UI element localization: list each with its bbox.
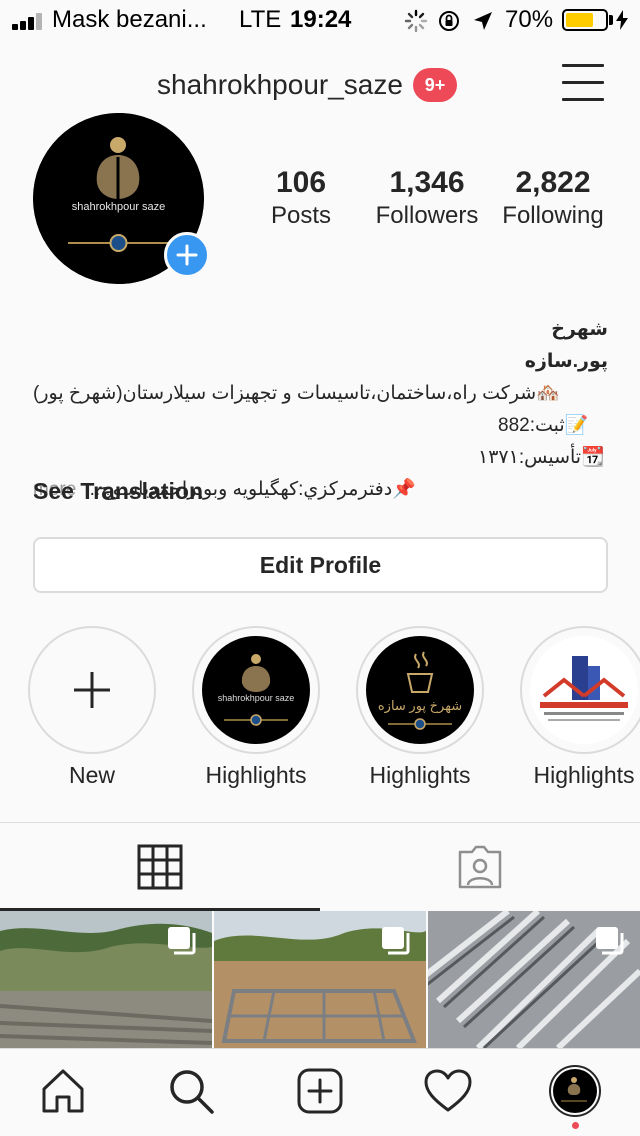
highlight-label: Highlights [205,762,307,788]
followers-label: Followers [375,202,479,229]
status-bar: Mask bezani... LTE 19:24 70% [0,0,640,40]
highlight-ring [28,626,156,754]
highlight-label: Highlights [369,762,471,788]
post-thumbnail[interactable] [428,911,640,1048]
tab-grid[interactable] [0,823,320,911]
multiple-photos-icon [168,927,196,955]
highlight-ring: shahrokhpour saze [192,626,320,754]
highlight-item[interactable]: Highlights [520,626,640,789]
plus-icon [74,672,110,708]
company-logo-icon [388,651,452,730]
edit-profile-button[interactable]: Edit Profile [33,537,608,593]
highlight-item[interactable]: shahrokhpour saze Highlights [192,626,320,789]
nav-new-post[interactable] [294,1065,346,1117]
add-story-button[interactable] [164,232,210,278]
building-logo-icon [530,636,638,744]
following-count: 2,822 [515,166,591,199]
charging-bolt-icon [616,10,628,30]
heart-icon [424,1069,472,1112]
profile-header: shahrokhpour_saze 9+ [0,40,640,120]
menu-button[interactable] [562,64,606,104]
notification-badge: 9+ [412,68,457,102]
battery-tip [609,15,613,25]
posts-label: Posts [270,202,332,229]
network-type: LTE [239,6,282,33]
username-title: shahrokhpour_saze [157,69,403,100]
followers-stat[interactable]: 1,346 Followers [370,166,484,232]
carrier-name: Mask bezani... [52,6,207,33]
highlight-new[interactable]: New [28,626,156,789]
highlight-cover-text: شهرخ پور سازه [377,698,463,713]
search-icon [170,1070,214,1114]
highlight-cover-text: shahrokhpour saze [217,693,295,703]
highlight-ring [520,626,640,754]
plus-icon [176,244,198,266]
username-switcher[interactable]: shahrokhpour_saze 9+ [157,68,457,102]
following-label: Following [502,202,604,229]
profile-avatar [549,1065,601,1117]
profile-tabs [0,822,640,911]
post-thumbnail[interactable] [214,911,426,1048]
display-name: شهرخ پور.سازه [524,319,608,372]
highlight-label: Highlights [533,762,635,788]
add-post-icon [297,1068,343,1114]
company-logo-icon [561,1077,587,1102]
posts-stat[interactable]: 106 Posts [260,166,342,232]
company-logo-icon [224,654,288,726]
nav-activity[interactable] [422,1065,474,1117]
bottom-nav [0,1048,640,1136]
following-stat[interactable]: 2,822 Following [497,166,609,232]
bio-line: 📆تأسیس:۱۳۷۱ [478,447,605,468]
grid-icon [137,844,183,890]
tab-tagged[interactable] [320,823,640,911]
followers-count: 1,346 [389,166,465,199]
nav-profile[interactable] [549,1065,601,1117]
highlight-ring: شهرخ پور سازه [356,626,484,754]
signal-icon [12,12,48,30]
clock: 19:24 [290,6,352,33]
multiple-photos-icon [382,927,410,955]
nav-home[interactable] [37,1065,89,1117]
highlight-item[interactable]: شهرخ پور سازه Highlights [356,626,484,789]
highlight-cover [530,636,638,744]
notification-dot [572,1122,579,1129]
orientation-lock-icon [439,11,459,31]
bio-line: 📝ثبت:882 [498,415,589,436]
post-thumbnail[interactable] [0,911,212,1048]
tagged-person-icon [458,845,502,889]
highlight-cover: shahrokhpour saze [202,636,310,744]
post-grid [0,911,640,1048]
avatar-logo-text: shahrokhpour saze [71,201,166,213]
battery-percent: 70% [505,6,554,33]
highlight-label: New [68,762,115,788]
multiple-photos-icon [596,927,624,955]
location-arrow-icon [474,12,492,30]
nav-search[interactable] [165,1065,217,1117]
loading-icon [404,9,428,33]
home-icon [42,1069,84,1113]
highlight-cover: شهرخ پور سازه [366,636,474,744]
bio-line: 🏘️شرکت راه،ساختمان،تاسیسات و تجهیزات سیل… [33,383,560,404]
battery-icon [562,9,608,31]
see-translation-link[interactable]: See Translation [33,478,203,505]
posts-count: 106 [275,166,327,199]
